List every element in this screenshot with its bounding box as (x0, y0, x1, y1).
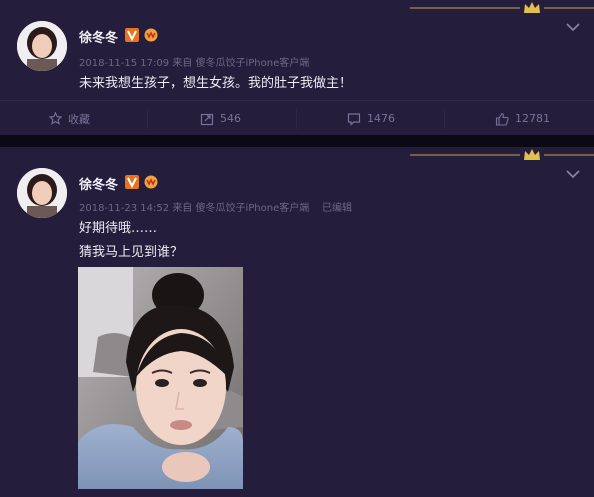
action-bar: 收藏 546 1476 12781 (0, 100, 594, 136)
chevron-down-icon[interactable] (566, 169, 580, 179)
comment-icon (347, 112, 361, 126)
crown-decoration (410, 149, 594, 160)
chevron-down-icon[interactable] (566, 22, 580, 32)
post-text-line-2: 猜我马上见到谁？ (79, 245, 184, 260)
favorite-button[interactable]: 收藏 (49, 101, 90, 136)
post-text-line-1: 好期待哦…… (79, 221, 158, 236)
source-prefix: 来自 (172, 203, 193, 214)
avatar[interactable] (17, 168, 67, 218)
avatar[interactable] (17, 21, 67, 71)
weibo-post-1: 徐冬冬 2018-11-15 17:09 来自 傻冬瓜饺子iPhone客户端 未… (0, 0, 594, 135)
comment-count: 1476 (367, 112, 395, 125)
post-source[interactable]: 傻冬瓜饺子iPhone客户端 (196, 58, 310, 69)
repost-button[interactable]: 546 (200, 101, 241, 136)
verified-v-icon (125, 28, 139, 42)
weibo-post-2: 徐冬冬 2018-11-23 14:52 来自 傻冬瓜饺子iPhone客户端 已… (0, 147, 594, 497)
post-photo[interactable] (78, 267, 243, 489)
repost-icon (200, 113, 214, 125)
member-badge-icon[interactable] (144, 175, 158, 189)
verified-v-icon (125, 175, 139, 189)
star-icon (49, 112, 62, 125)
member-badge-icon[interactable] (144, 28, 158, 42)
author-name[interactable]: 徐冬冬 (79, 27, 118, 46)
crown-icon (524, 2, 540, 13)
post-time[interactable]: 2018-11-23 14:52 (79, 203, 169, 214)
like-icon (495, 112, 509, 126)
crown-decoration (410, 2, 594, 13)
divider (444, 109, 445, 129)
comment-button[interactable]: 1476 (347, 101, 395, 136)
repost-count: 546 (220, 112, 241, 125)
divider (147, 109, 148, 129)
post-meta: 2018-11-15 17:09 来自 傻冬瓜饺子iPhone客户端 (79, 54, 309, 69)
post-text: 未来我想生孩子，想生女孩。我的肚子我做主！ (79, 76, 353, 91)
post-meta: 2018-11-23 14:52 来自 傻冬瓜饺子iPhone客户端 已编辑 (79, 199, 352, 214)
favorite-label: 收藏 (68, 112, 90, 126)
divider (296, 109, 297, 129)
post-time[interactable]: 2018-11-15 17:09 (79, 58, 169, 69)
like-count: 12781 (515, 112, 550, 125)
edited-tag[interactable]: 已编辑 (322, 203, 352, 214)
author-name[interactable]: 徐冬冬 (79, 174, 118, 193)
source-prefix: 来自 (172, 58, 193, 69)
post-source[interactable]: 傻冬瓜饺子iPhone客户端 (196, 203, 310, 214)
like-button[interactable]: 12781 (495, 101, 550, 136)
crown-icon (524, 149, 540, 160)
